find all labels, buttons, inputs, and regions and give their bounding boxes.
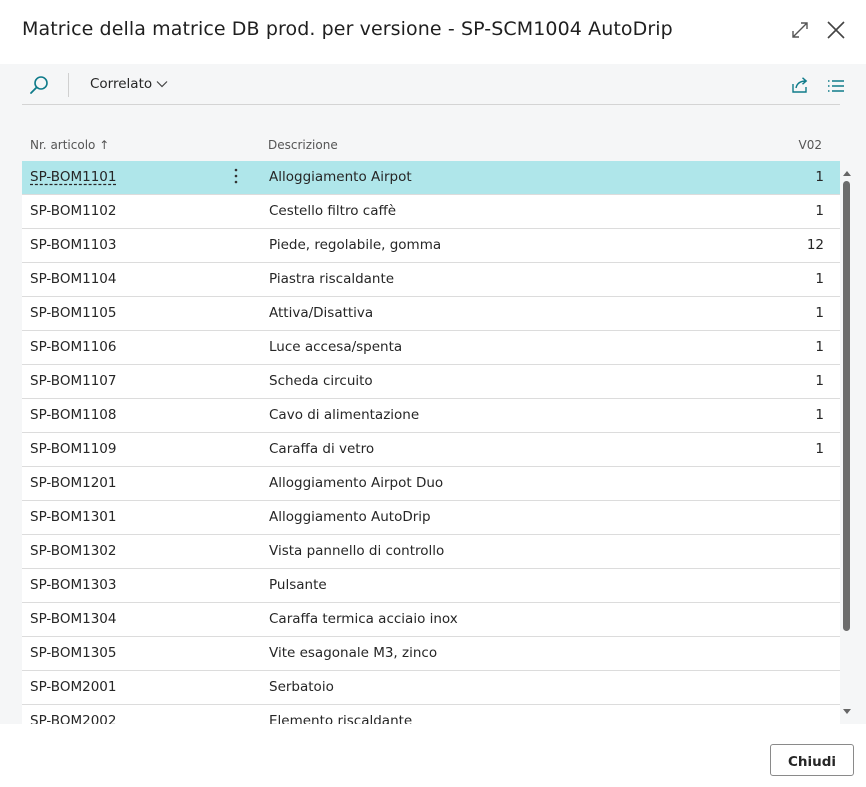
description-cell: Alloggiamento Airpot — [269, 169, 412, 185]
grid-rows: SP-BOM1101 Alloggiamento Airpot 1 SP-BOM110… — [22, 161, 840, 724]
table-row[interactable]: SP-BOM1108 Cavo di alimentazione 1 — [22, 399, 840, 433]
scroll-down-arrow-icon[interactable] — [842, 708, 852, 716]
version-quantity-cell[interactable]: 1 — [815, 407, 824, 423]
item-no-cell[interactable]: SP-BOM1104 — [30, 271, 116, 287]
table-row[interactable]: SP-BOM1107 Scheda circuito 1 — [22, 365, 840, 399]
description-cell: Vite esagonale M3, zinco — [269, 645, 438, 661]
close-dialog-button[interactable] — [824, 18, 848, 42]
version-quantity-cell[interactable]: 1 — [815, 203, 824, 219]
action-bar: Correlato — [22, 64, 844, 105]
description-cell: Alloggiamento Airpot Duo — [269, 475, 444, 491]
search-button[interactable] — [28, 74, 50, 96]
grid-header: Nr. articolo ↑ Descrizione V02 — [22, 134, 840, 160]
scrollbar-thumb[interactable] — [843, 181, 850, 631]
close-button[interactable]: Chiudi — [770, 744, 854, 776]
description-cell: Serbatoio — [269, 679, 334, 695]
table-row[interactable]: SP-BOM1302 Vista pannello di controllo — [22, 535, 840, 569]
item-no-cell[interactable]: SP-BOM1106 — [30, 339, 116, 355]
description-cell: Elemento riscaldante — [269, 713, 413, 724]
item-no-header-label: Nr. articolo — [30, 138, 96, 152]
sort-ascending-icon: ↑ — [99, 138, 110, 152]
share-button[interactable] — [790, 75, 810, 95]
expand-icon — [792, 22, 808, 38]
description-cell: Scheda circuito — [269, 373, 373, 389]
item-no-cell[interactable]: SP-BOM1103 — [30, 237, 116, 253]
item-no-cell[interactable]: SP-BOM1304 — [30, 611, 116, 627]
item-no-cell[interactable]: SP-BOM1303 — [30, 577, 116, 593]
table-row[interactable]: SP-BOM2002 Elemento riscaldante — [22, 705, 840, 724]
description-cell: Luce accesa/spenta — [269, 339, 403, 355]
item-no-cell[interactable]: SP-BOM1301 — [30, 509, 116, 525]
content-panel: Correlato Nr. articolo ↑ Descrizione V02… — [0, 64, 866, 724]
scroll-up-arrow-icon[interactable] — [842, 169, 852, 177]
table-row[interactable]: SP-BOM1104 Piastra riscaldante 1 — [22, 263, 840, 297]
item-no-cell[interactable]: SP-BOM1107 — [30, 373, 116, 389]
item-no-cell[interactable]: SP-BOM2001 — [30, 679, 116, 695]
action-separator — [68, 73, 69, 97]
column-header-description[interactable]: Descrizione — [268, 138, 338, 152]
description-cell: Pulsante — [269, 577, 327, 593]
description-cell: Vista pannello di controllo — [269, 543, 445, 559]
table-row[interactable]: SP-BOM1106 Luce accesa/spenta 1 — [22, 331, 840, 365]
column-header-version[interactable]: V02 — [799, 138, 822, 152]
item-no-cell[interactable]: SP-BOM1101 — [30, 169, 116, 185]
description-cell: Caraffa termica acciaio inox — [269, 611, 458, 627]
item-no-cell[interactable]: SP-BOM1109 — [30, 441, 116, 457]
item-no-cell[interactable]: SP-BOM2002 — [30, 713, 116, 724]
related-label: Correlato — [90, 76, 153, 92]
chevron-down-icon — [156, 81, 168, 88]
column-header-item-no[interactable]: Nr. articolo ↑ — [30, 138, 109, 152]
table-row[interactable]: SP-BOM1303 Pulsante — [22, 569, 840, 603]
table-row[interactable]: SP-BOM1301 Alloggiamento AutoDrip — [22, 501, 840, 535]
table-row[interactable]: SP-BOM1304 Caraffa termica acciaio inox — [22, 603, 840, 637]
description-cell: Cavo di alimentazione — [269, 407, 420, 423]
table-row[interactable]: SP-BOM1305 Vite esagonale M3, zinco — [22, 637, 840, 671]
table-row[interactable]: SP-BOM1105 Attiva/Disattiva 1 — [22, 297, 840, 331]
description-cell: Alloggiamento AutoDrip — [269, 509, 431, 525]
item-no-cell[interactable]: SP-BOM1302 — [30, 543, 116, 559]
version-quantity-cell[interactable]: 1 — [815, 169, 824, 185]
vertical-scrollbar[interactable] — [840, 159, 854, 719]
list-icon — [828, 80, 844, 92]
description-cell: Piede, regolabile, gomma — [269, 237, 442, 253]
table-row[interactable]: SP-BOM1102 Cestello filtro caffè 1 — [22, 195, 840, 229]
version-quantity-cell[interactable]: 1 — [815, 441, 824, 457]
item-no-cell[interactable]: SP-BOM1102 — [30, 203, 116, 219]
share-icon — [792, 77, 808, 93]
description-cell: Cestello filtro caffè — [269, 203, 397, 219]
description-cell: Piastra riscaldante — [269, 271, 395, 287]
version-quantity-cell[interactable]: 1 — [815, 271, 824, 287]
list-view-button[interactable] — [826, 76, 846, 96]
table-row[interactable]: SP-BOM2001 Serbatoio — [22, 671, 840, 705]
search-icon — [30, 76, 48, 94]
row-actions-button[interactable] — [228, 164, 244, 188]
matrix-grid: Nr. articolo ↑ Descrizione V02 SP-BOM110… — [22, 134, 840, 724]
related-menu[interactable]: Correlato — [90, 76, 168, 92]
item-no-cell[interactable]: SP-BOM1201 — [30, 475, 116, 491]
item-no-cell[interactable]: SP-BOM1305 — [30, 645, 116, 661]
version-quantity-cell[interactable]: 1 — [815, 373, 824, 389]
version-quantity-cell[interactable]: 1 — [815, 305, 824, 321]
description-cell: Attiva/Disattiva — [269, 305, 374, 321]
description-cell: Caraffa di vetro — [269, 441, 375, 457]
version-quantity-cell[interactable]: 1 — [815, 339, 824, 355]
table-row[interactable]: SP-BOM1201 Alloggiamento Airpot Duo — [22, 467, 840, 501]
close-icon — [827, 21, 845, 39]
item-no-cell[interactable]: SP-BOM1108 — [30, 407, 116, 423]
table-row[interactable]: SP-BOM1101 Alloggiamento Airpot 1 — [22, 161, 840, 195]
table-row[interactable]: SP-BOM1103 Piede, regolabile, gomma 12 — [22, 229, 840, 263]
vertical-ellipsis-icon — [234, 168, 238, 184]
table-row[interactable]: SP-BOM1109 Caraffa di vetro 1 — [22, 433, 840, 467]
dialog-title: Matrice della matrice DB prod. per versi… — [22, 18, 673, 40]
version-quantity-cell[interactable]: 12 — [807, 237, 824, 253]
expand-button[interactable] — [788, 18, 812, 42]
item-no-cell[interactable]: SP-BOM1105 — [30, 305, 116, 321]
